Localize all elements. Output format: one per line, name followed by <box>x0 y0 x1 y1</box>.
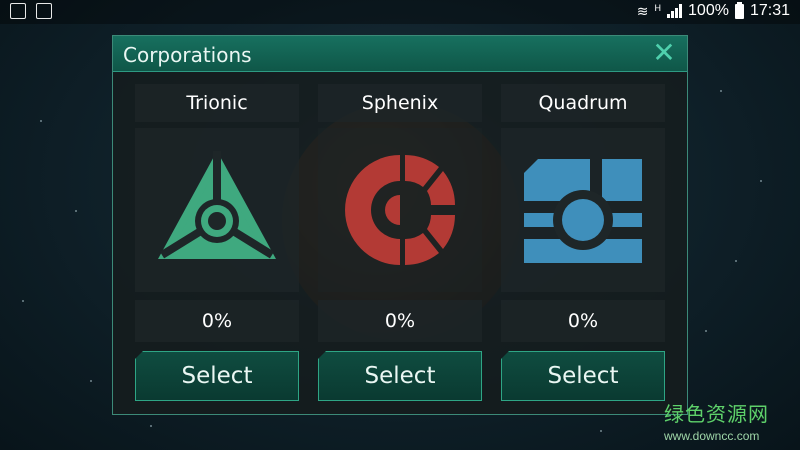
gallery-notification-icon <box>10 3 26 19</box>
corporation-logo-panel <box>318 128 482 292</box>
wifi-icon: ≋ <box>636 2 649 19</box>
quadrum-logo-icon <box>524 159 642 263</box>
corporation-logo-panel <box>135 128 299 292</box>
corporation-name: Quadrum <box>501 84 665 122</box>
select-button-quadrum[interactable]: Select <box>501 351 665 401</box>
signal-icon <box>667 4 683 18</box>
image-notification-icon <box>36 3 52 19</box>
watermark: 绿色资源网 www.downcc.com <box>664 398 784 443</box>
battery-icon <box>734 1 744 19</box>
corporation-logo-panel <box>501 128 665 292</box>
trionic-logo-icon <box>158 151 276 259</box>
corporation-progress: 0% <box>135 300 299 342</box>
select-button-trionic[interactable]: Select <box>135 351 299 401</box>
watermark-title: 绿色资源网 <box>664 402 769 426</box>
network-type-label: H <box>654 3 662 13</box>
sphenix-logo-icon <box>345 155 455 265</box>
dialog-header: Corporations ✕ <box>113 36 687 72</box>
corporations-dialog: Corporations ✕ Trionic 0% Select Sphenix <box>112 35 688 415</box>
corporation-progress: 0% <box>318 300 482 342</box>
battery-percentage: 100% <box>688 2 729 19</box>
dialog-title: Corporations <box>123 43 252 67</box>
corporation-name: Sphenix <box>318 84 482 122</box>
clock-time: 17:31 <box>749 2 790 19</box>
corporation-name: Trionic <box>135 84 299 122</box>
watermark-url: www.downcc.com <box>664 429 760 443</box>
corporation-progress: 0% <box>501 300 665 342</box>
status-bar: ≋ H 100% 17:31 <box>0 0 800 24</box>
close-button[interactable]: ✕ <box>651 39 677 67</box>
select-button-sphenix[interactable]: Select <box>318 351 482 401</box>
